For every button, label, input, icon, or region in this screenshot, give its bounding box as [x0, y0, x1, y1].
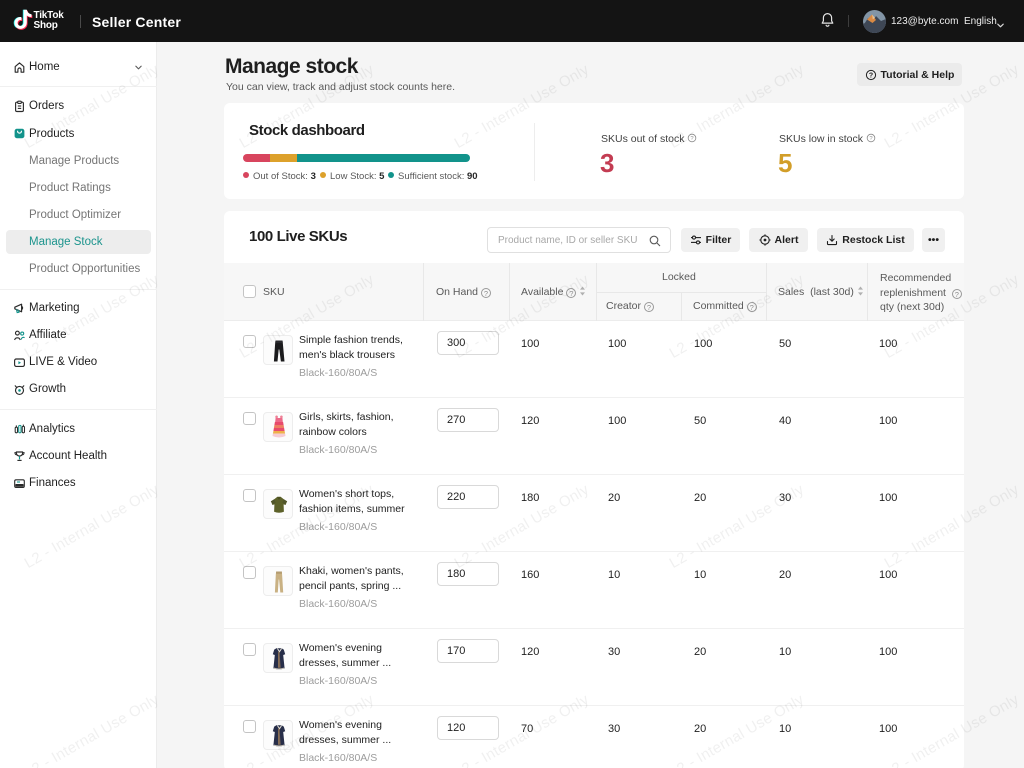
svg-text:?: ?	[868, 72, 872, 79]
